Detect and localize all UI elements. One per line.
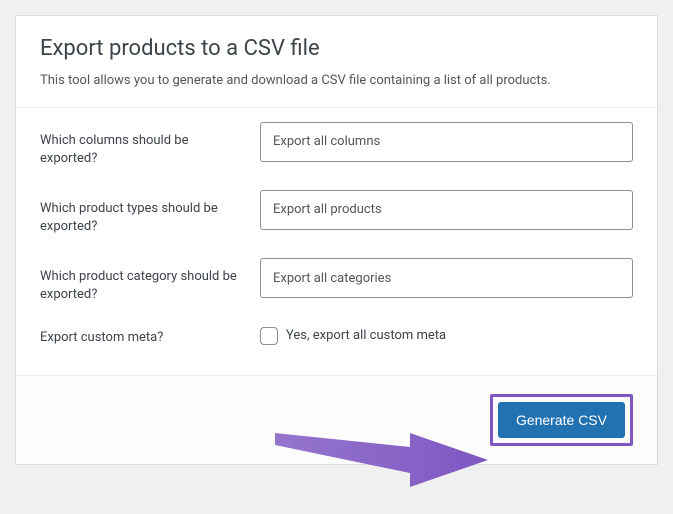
category-select[interactable]: Export all categories xyxy=(260,258,633,298)
types-select[interactable]: Export all products xyxy=(260,190,633,230)
meta-label: Export custom meta? xyxy=(40,327,260,347)
meta-checkbox[interactable] xyxy=(260,327,278,345)
category-label: Which product category should be exporte… xyxy=(40,258,260,304)
columns-row: Which columns should be exported? Export… xyxy=(40,122,633,168)
types-label: Which product types should be exported? xyxy=(40,190,260,236)
columns-select-value: Export all columns xyxy=(273,134,380,149)
panel-footer: Generate CSV xyxy=(16,375,657,464)
types-select-value: Export all products xyxy=(273,202,382,217)
page-description: This tool allows you to generate and dow… xyxy=(40,71,633,91)
export-panel: Export products to a CSV file This tool … xyxy=(15,15,658,465)
form-area: Which columns should be exported? Export… xyxy=(16,108,657,375)
meta-checkbox-row: Yes, export all custom meta xyxy=(260,327,633,345)
types-row: Which product types should be exported? … xyxy=(40,190,633,236)
generate-csv-button[interactable]: Generate CSV xyxy=(498,402,625,438)
meta-row: Export custom meta? Yes, export all cust… xyxy=(40,327,633,347)
page-title: Export products to a CSV file xyxy=(40,36,633,61)
columns-label: Which columns should be exported? xyxy=(40,122,260,168)
panel-header: Export products to a CSV file This tool … xyxy=(16,16,657,107)
category-row: Which product category should be exporte… xyxy=(40,258,633,304)
category-select-value: Export all categories xyxy=(273,271,391,286)
meta-checkbox-label: Yes, export all custom meta xyxy=(286,328,446,343)
button-highlight: Generate CSV xyxy=(490,394,633,446)
columns-select[interactable]: Export all columns xyxy=(260,122,633,162)
